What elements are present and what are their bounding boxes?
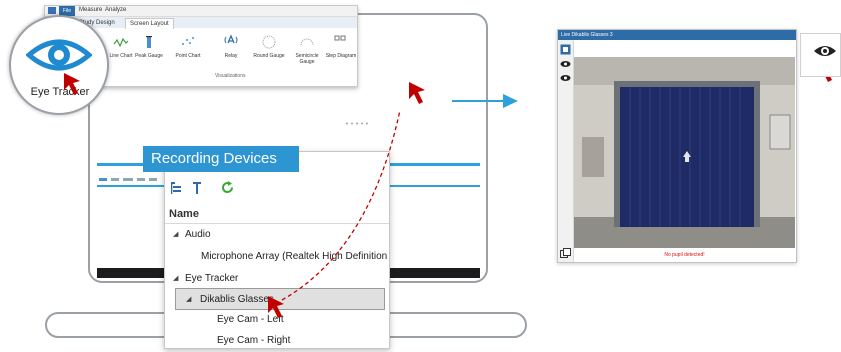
flow-arrow-head [503,94,518,108]
copy-icon[interactable] [560,248,571,259]
live-window-sidebar [558,40,574,262]
eye-icon-inset[interactable] [800,33,841,77]
garage-door-image [574,57,795,248]
cursor-icon [409,82,425,104]
cursor-icon [268,296,284,318]
live-window-title: Live Dikablis Glasses 3 [558,30,796,40]
live-window: Live Dikablis Glasses 3 No pupil detecte… [557,29,797,263]
video-icon[interactable] [560,44,571,55]
camera-feed [574,57,795,248]
eye-icon [814,46,836,56]
cursor-icon [64,73,80,95]
eye-icon[interactable] [560,60,571,68]
eye-icon[interactable] [560,74,571,82]
pupil-status-message: No pupil detected! [664,252,705,258]
dashed-connector [281,109,401,301]
